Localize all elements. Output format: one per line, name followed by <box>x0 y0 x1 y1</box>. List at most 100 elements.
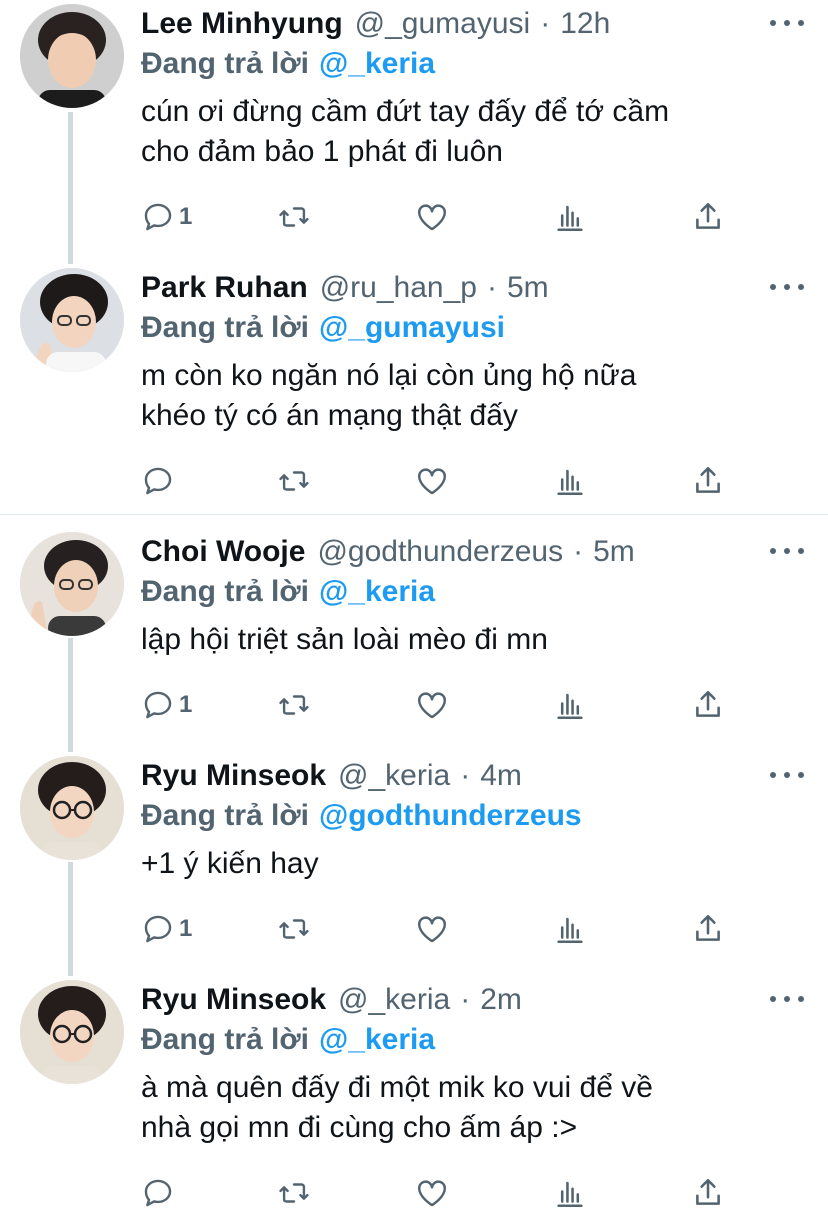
like-icon <box>418 916 446 943</box>
retweet-icon <box>279 471 309 491</box>
user-handle[interactable]: @ru_han_p <box>320 271 477 305</box>
share-button[interactable] <box>691 909 725 949</box>
display-name[interactable]: Park Ruhan <box>141 271 308 305</box>
retweet-button[interactable] <box>277 1173 311 1213</box>
retweet-button[interactable] <box>277 461 311 501</box>
analytics-button[interactable] <box>553 197 587 237</box>
user-avatar[interactable] <box>20 980 124 1084</box>
replying-to-label: Đang trả lời <box>141 575 310 608</box>
share-button[interactable] <box>691 685 725 725</box>
analytics-icon <box>557 469 583 496</box>
retweet-icon <box>279 1183 309 1203</box>
analytics-button[interactable] <box>553 1173 587 1213</box>
reply-button[interactable]: 1 <box>141 685 192 725</box>
tweet[interactable]: Ryu Minseok @_keria · 2m Đang trả lời @_… <box>0 976 828 1224</box>
timestamp[interactable]: 5m <box>593 535 635 569</box>
retweet-icon <box>279 919 309 939</box>
tweet[interactable]: Ryu Minseok @_keria · 4m Đang trả lời @g… <box>0 752 828 966</box>
separator-dot: · <box>573 535 584 568</box>
tweet-actions <box>141 461 741 501</box>
separator-dot: · <box>540 7 551 40</box>
reply-icon <box>144 1179 172 1207</box>
user-handle[interactable]: @godthunderzeus <box>317 535 563 569</box>
user-avatar[interactable] <box>20 532 124 636</box>
tweet-text-line: m còn ko ngăn nó lại còn ủng hộ nữa <box>141 359 637 392</box>
reply-button[interactable]: 1 <box>141 197 192 237</box>
user-handle[interactable]: @_gumayusi <box>355 7 531 41</box>
user-avatar[interactable] <box>20 268 124 372</box>
replying-to: Đang trả lời @_keria <box>141 1020 808 1060</box>
replying-to-handle[interactable]: @_keria <box>319 1023 435 1057</box>
like-button[interactable] <box>415 685 449 725</box>
like-icon <box>418 204 446 231</box>
analytics-icon <box>557 693 583 720</box>
display-name[interactable]: Lee Minhyung <box>141 7 343 41</box>
timestamp[interactable]: 4m <box>480 759 522 793</box>
replying-to: Đang trả lời @_keria <box>141 572 808 612</box>
reply-count: 1 <box>179 203 193 230</box>
timestamp[interactable]: 12h <box>560 7 610 41</box>
like-button[interactable] <box>415 197 449 237</box>
more-options-icon[interactable] <box>770 984 804 1014</box>
reply-icon <box>144 203 172 231</box>
more-options-icon[interactable] <box>770 272 804 302</box>
timestamp[interactable]: 5m <box>507 271 549 305</box>
reply-button[interactable]: 1 <box>141 909 192 949</box>
share-button[interactable] <box>691 197 725 237</box>
replying-to-handle[interactable]: @_gumayusi <box>319 311 505 345</box>
replying-to: Đang trả lời @_gumayusi <box>141 308 808 348</box>
tweet-text: à mà quên đấy đi một mik ko vui để về nh… <box>141 1068 808 1148</box>
retweet-button[interactable] <box>277 909 311 949</box>
tweet-text: +1 ý kiến hay <box>141 844 808 884</box>
analytics-icon <box>557 205 583 232</box>
user-handle[interactable]: @_keria <box>338 983 450 1017</box>
like-button[interactable] <box>415 1173 449 1213</box>
display-name[interactable]: Ryu Minseok <box>141 983 326 1017</box>
replying-to-handle[interactable]: @_keria <box>319 575 435 609</box>
tweet-header: Park Ruhan @ru_han_p · 5m <box>141 268 808 308</box>
tweet[interactable]: Park Ruhan @ru_han_p · 5m Đang trả lời @… <box>0 264 828 514</box>
share-icon <box>696 202 720 229</box>
share-button[interactable] <box>691 461 725 501</box>
like-icon <box>418 692 446 719</box>
replying-to: Đang trả lời @_keria <box>141 44 808 84</box>
analytics-button[interactable] <box>553 909 587 949</box>
avatar-photo-icon <box>20 532 124 636</box>
retweet-button[interactable] <box>277 685 311 725</box>
conversation-divider <box>0 514 828 515</box>
reply-icon <box>144 691 172 719</box>
tweet-header: Lee Minhyung @_gumayusi · 12h <box>141 4 808 44</box>
analytics-button[interactable] <box>553 685 587 725</box>
tweet-header: Choi Wooje @godthunderzeus · 5m <box>141 532 808 572</box>
display-name[interactable]: Ryu Minseok <box>141 759 326 793</box>
replying-to-label: Đang trả lời <box>141 311 310 344</box>
tweet[interactable]: Choi Wooje @godthunderzeus · 5m Đang trả… <box>0 528 828 742</box>
reply-button[interactable] <box>141 1173 179 1213</box>
analytics-icon <box>557 917 583 944</box>
avatar-photo-icon <box>20 268 124 372</box>
avatar-photo-icon <box>20 980 124 1084</box>
replying-to-handle[interactable]: @godthunderzeus <box>319 799 582 833</box>
user-avatar[interactable] <box>20 4 124 108</box>
more-options-icon[interactable] <box>770 536 804 566</box>
more-options-icon[interactable] <box>770 8 804 38</box>
display-name[interactable]: Choi Wooje <box>141 535 305 569</box>
tweet-text: cún ơi đừng cầm đứt tay đấy để tớ cầm ch… <box>141 92 808 172</box>
user-handle[interactable]: @_keria <box>338 759 450 793</box>
tweet-text-line: nhà gọi mn đi cùng cho ấm áp :> <box>141 1111 578 1144</box>
reply-count: 1 <box>179 915 193 942</box>
share-button[interactable] <box>691 1173 725 1213</box>
tweet[interactable]: Lee Minhyung @_gumayusi · 12h Đang trả l… <box>0 0 828 258</box>
more-options-icon[interactable] <box>770 760 804 790</box>
reply-button[interactable] <box>141 461 179 501</box>
replying-to-handle[interactable]: @_keria <box>319 47 435 81</box>
timestamp[interactable]: 2m <box>480 983 522 1017</box>
user-avatar[interactable] <box>20 756 124 860</box>
analytics-button[interactable] <box>553 461 587 501</box>
tweet-text-line: khéo tý có án mạng thật đấy <box>141 399 518 432</box>
retweet-button[interactable] <box>277 197 311 237</box>
retweet-icon <box>279 695 309 715</box>
replying-to-label: Đang trả lời <box>141 1023 310 1056</box>
like-button[interactable] <box>415 461 449 501</box>
like-button[interactable] <box>415 909 449 949</box>
